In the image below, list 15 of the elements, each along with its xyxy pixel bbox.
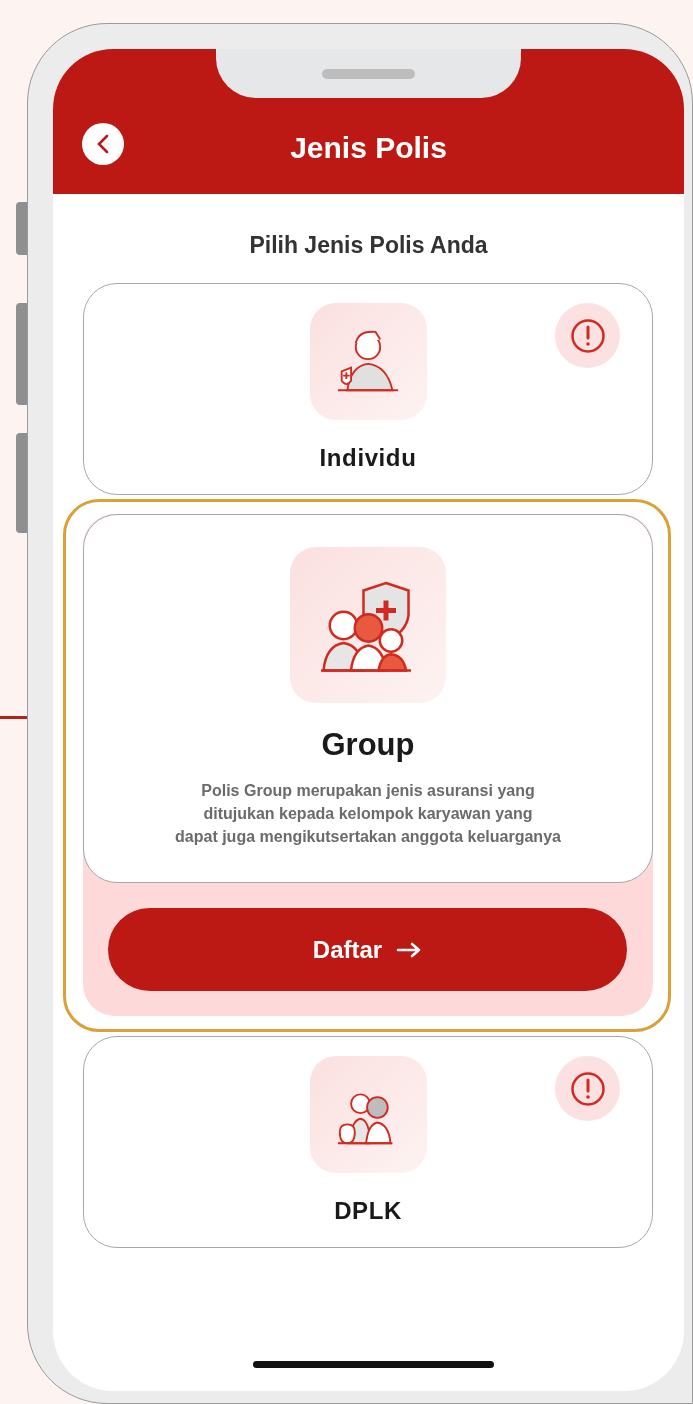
card-description: Polis Group merupakan jenis asuransi yang ditujukan kepada kelompok karyawan yang dapat juga mengikutsertakan anggota keluarganya: [174, 781, 562, 847]
card-title: Group: [321, 726, 415, 764]
screen-title: Jenis Polis: [289, 130, 448, 166]
back-button[interactable]: [82, 123, 124, 165]
card-title: DPLK: [334, 1196, 402, 1226]
policy-card[interactable]: Group Polis Group merupakan jenis asuransi yang ditujukan kepada kelompok karyawan yang dapat juga mengikutsertakan anggota keluarganya: [83, 514, 653, 883]
back-icon: [96, 134, 110, 154]
register-button[interactable]: Daftar: [108, 908, 627, 991]
arrow-right-icon: [396, 941, 423, 958]
card-title: Individu: [319, 443, 417, 473]
policy-card[interactable]: Individu: [83, 283, 653, 495]
exclamation-icon: [569, 1070, 606, 1107]
exclamation-icon: [569, 317, 606, 354]
section-heading: Pilih Jenis Polis Anda: [248, 231, 489, 260]
policy-card[interactable]: DPLK: [83, 1036, 653, 1248]
